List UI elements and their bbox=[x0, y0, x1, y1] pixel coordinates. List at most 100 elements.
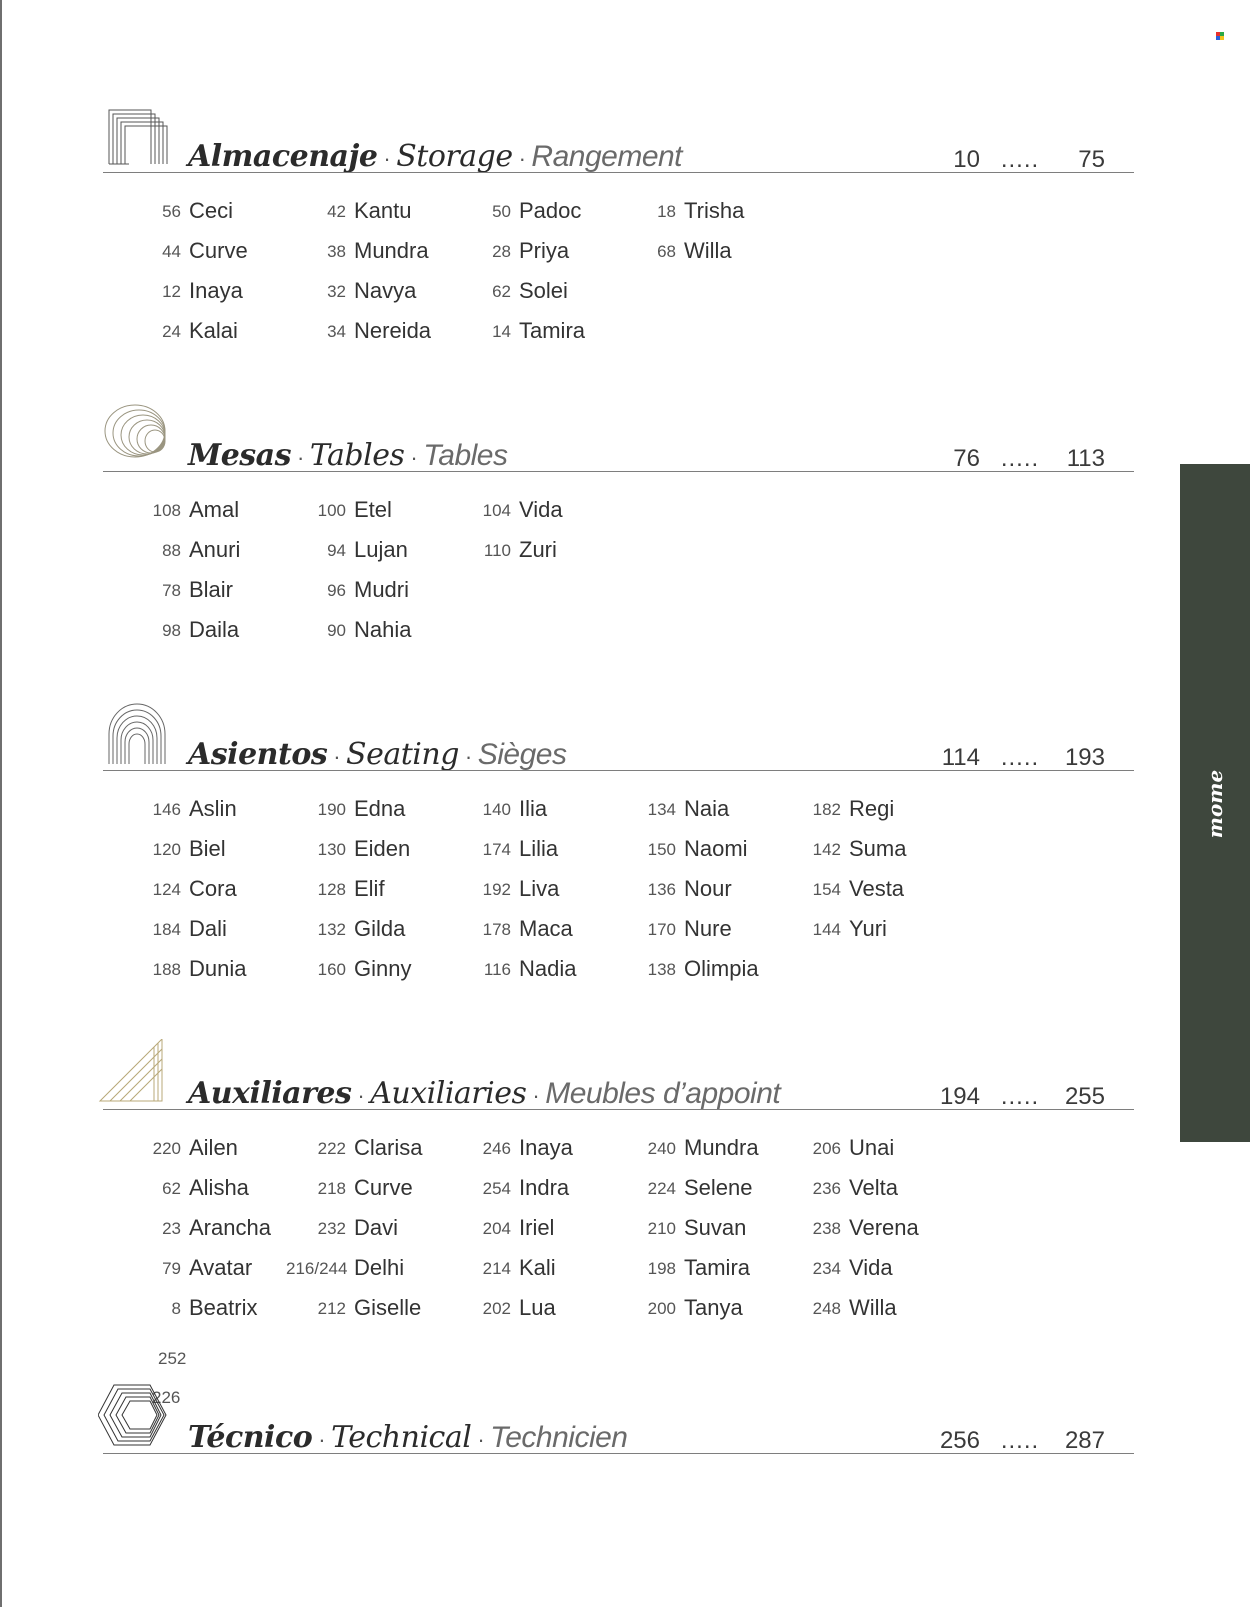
entry-product-name: Verena bbox=[849, 1215, 919, 1240]
index-entry: 134 Naia bbox=[614, 796, 730, 836]
entry-product-name: Delhi bbox=[354, 1255, 405, 1280]
entry-page-number: 68 bbox=[657, 242, 676, 261]
entry-product-name: Maca bbox=[519, 916, 573, 941]
page-to: 255 bbox=[1064, 1083, 1105, 1110]
entry-page-number: 128 bbox=[317, 880, 346, 899]
title-separator: · bbox=[477, 1427, 485, 1452]
entry-page-number: 192 bbox=[482, 880, 511, 899]
entry-page-number: 62 bbox=[492, 282, 511, 301]
index-entry: 240 Mundra bbox=[614, 1135, 759, 1175]
entry-page-number: 136 bbox=[647, 880, 676, 899]
entry-product-name: Daila bbox=[189, 617, 240, 642]
page-from: 114 bbox=[941, 744, 980, 771]
tables-ovals-icon bbox=[104, 404, 166, 458]
section-title: Mesas · Tables · Tables bbox=[188, 438, 508, 473]
section-title: Asientos · Seating · Sièges bbox=[188, 737, 567, 772]
index-entry: 104 Vida bbox=[449, 497, 563, 537]
entry-page-number: 146 bbox=[152, 800, 181, 819]
entry-product-name: Tamira bbox=[519, 318, 586, 343]
entry-product-name: Curve bbox=[354, 1175, 413, 1200]
entry-product-name: Avatar bbox=[189, 1255, 253, 1280]
index-entry: 170 Nure bbox=[614, 916, 732, 956]
title-separator: · bbox=[297, 445, 304, 470]
entry-product-name: Dunia bbox=[189, 956, 247, 981]
index-entry: 174 Lilia bbox=[449, 836, 559, 876]
page-dots: ..... bbox=[1000, 744, 1040, 771]
storage-lines-icon bbox=[108, 109, 168, 165]
title-separator: · bbox=[318, 1427, 326, 1452]
index-entry: 38 Mundra bbox=[284, 238, 429, 278]
index-entry: 100 Etel bbox=[284, 497, 392, 537]
index-entry: 23 Arancha bbox=[119, 1215, 271, 1255]
entry-page-number: 210 bbox=[647, 1219, 676, 1238]
entry-page-number: 218 bbox=[317, 1179, 346, 1198]
auxiliaries-triangles-icon bbox=[98, 1039, 163, 1102]
entry-product-name: Olimpia bbox=[684, 956, 759, 981]
entry-page-number: 116 bbox=[483, 960, 511, 979]
index-entry: 236 Velta bbox=[779, 1175, 898, 1215]
entry-product-name: Selene bbox=[684, 1175, 753, 1200]
entry-product-name: Aslin bbox=[189, 796, 237, 821]
index-entry: 90 Nahia bbox=[284, 617, 411, 657]
section-title: Técnico · Technical · Technicien bbox=[188, 1420, 628, 1455]
index-entry: 62 Alisha bbox=[119, 1175, 249, 1215]
title-separator: · bbox=[333, 744, 341, 769]
entry-page-number: 138 bbox=[647, 960, 676, 979]
seating-arches-icon bbox=[108, 703, 166, 764]
index-entry: 192 Liva bbox=[449, 876, 560, 916]
entry-page-number: 94 bbox=[327, 541, 346, 560]
entry-page-number: 140 bbox=[482, 800, 511, 819]
entry-page-number: 160 bbox=[317, 960, 346, 979]
index-entry: 218 Curve bbox=[284, 1175, 413, 1215]
entry-product-name: Kantu bbox=[354, 198, 412, 223]
entry-product-name: Blair bbox=[189, 577, 234, 602]
section-header: Auxiliares · Auxiliaries · Meubles d’appoint… bbox=[0, 1039, 1250, 1119]
index-entry: 178 Maca bbox=[449, 916, 573, 956]
entry-product-name: Iriel bbox=[519, 1215, 555, 1240]
index-entry: 254 Indra bbox=[449, 1175, 570, 1215]
entry-page-number: 78 bbox=[162, 581, 181, 600]
entry-product-name: Tamira bbox=[684, 1255, 751, 1280]
entry-product-name: Mudri bbox=[354, 577, 410, 602]
entry-product-name: Inaya bbox=[189, 278, 243, 303]
section-divider bbox=[103, 770, 1134, 771]
entry-page-number: 234 bbox=[812, 1259, 841, 1278]
index-entry: 234 Vida bbox=[779, 1255, 893, 1295]
entry-page-number: 32 bbox=[327, 282, 346, 301]
entry-page-number: 144 bbox=[812, 920, 841, 939]
index-entry: 14 Tamira bbox=[449, 318, 585, 358]
index-entry: 140 Ilia bbox=[449, 796, 548, 836]
index-entry: 224 Selene bbox=[614, 1175, 753, 1215]
entry-page-number: 224 bbox=[647, 1179, 676, 1198]
index-entry: 28 Priya bbox=[449, 238, 569, 278]
entry-product-name: Ginny bbox=[354, 956, 412, 981]
entry-product-name: Ilia bbox=[519, 796, 548, 821]
index-entry: 182 Regi bbox=[779, 796, 895, 836]
entry-page-number: 100 bbox=[317, 501, 346, 520]
title-separator: · bbox=[383, 146, 391, 171]
index-entry: 202 Lua bbox=[449, 1295, 556, 1335]
index-entry: 68 Willa bbox=[614, 238, 732, 278]
index-entry: 108 Amal bbox=[119, 497, 240, 537]
entry-product-name: Solei bbox=[519, 278, 568, 303]
index-entry: 138 Olimpia bbox=[614, 956, 759, 996]
entry-page-number: 238 bbox=[812, 1219, 841, 1238]
section-divider bbox=[103, 471, 1134, 472]
entry-product-name: Giselle bbox=[354, 1295, 422, 1320]
index-entry: 248 Willa bbox=[779, 1295, 897, 1335]
title-english: Auxiliaries bbox=[370, 1076, 527, 1111]
entry-page-number: 110 bbox=[483, 541, 511, 560]
entry-product-name: Arancha bbox=[189, 1215, 271, 1240]
entry-page-number: 44 bbox=[162, 242, 181, 261]
entry-product-name: Beatrix bbox=[189, 1295, 258, 1320]
section-header: Almacenaje · Storage · Rangement 10 ..... 75 bbox=[0, 102, 1250, 182]
entry-product-name: Regi bbox=[849, 796, 895, 821]
entry-product-name: Willa bbox=[684, 238, 732, 263]
index-entry: 154 Vesta bbox=[779, 876, 904, 916]
entry-product-name: Kali bbox=[519, 1255, 556, 1280]
entry-product-name: Tanya bbox=[684, 1295, 743, 1320]
entry-product-name: Nadia bbox=[519, 956, 577, 981]
entry-page-number: 182 bbox=[812, 800, 841, 819]
brand-label: mome bbox=[1203, 769, 1227, 839]
entry-page-number: 34 bbox=[327, 322, 346, 341]
